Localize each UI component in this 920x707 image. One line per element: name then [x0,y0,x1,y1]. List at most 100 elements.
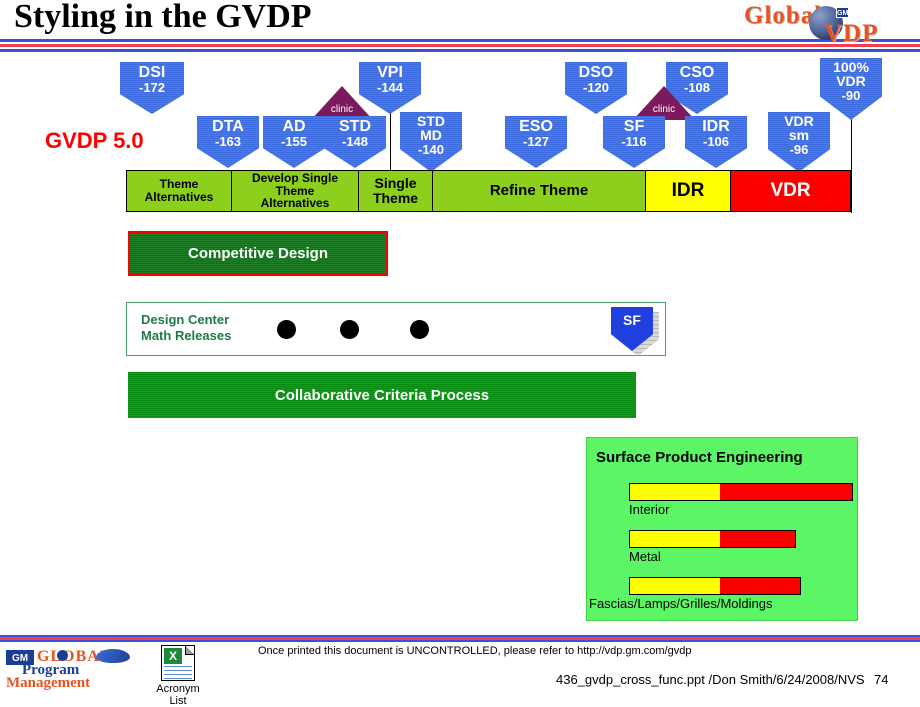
milestone-code-line2: MD [420,127,442,144]
milestone-code: STD [339,118,371,135]
progress-bar[interactable] [629,577,801,595]
competitive-design-label: Competitive Design [187,245,329,262]
milestone-code-line2: sm [788,127,810,144]
milestone-code: AD [282,118,306,135]
milestone-code-line1: STD [417,113,445,129]
milestone-dso[interactable]: DSO -120 [565,62,627,114]
milestone-day: -127 [522,134,550,150]
bar-segment-red [720,531,795,547]
logo-vdp-text: VDP [824,20,879,47]
phase-label: Single Theme [372,174,419,206]
collaborative-process-label: Collaborative Criteria Process [274,386,490,404]
milestone-day: -172 [138,80,166,96]
milestone-code: DSI [138,64,166,81]
bar-caption: Interior [629,502,670,517]
bar-segment-yellow [630,578,720,594]
phase-segment-develop-single-theme-alternatives[interactable]: Develop Single Theme Alternatives [232,171,359,211]
page-fold-icon [185,646,194,655]
gpm-logo-dot-icon [57,650,68,661]
milestone-code: DSO [578,64,614,81]
milestone-day: -120 [582,80,610,96]
global-program-management-logo: GM GLOBAL Program Management [6,648,130,691]
milestone-code-line1: 100% [833,59,869,75]
surface-pe-row-metal: Metal [629,530,796,564]
uncontrolled-document-note: Once printed this document is UNCONTROLL… [258,645,692,657]
milestone-day: -140 [417,141,445,157]
phase-segment-theme-alternatives[interactable]: Theme Alternatives [127,171,232,211]
competitive-design-bar[interactable]: Competitive Design [128,231,388,276]
gpm-logo-swoosh-icon [96,649,130,663]
phase-segment-idr[interactable]: IDR [646,171,731,211]
milestone-code: SF [623,118,645,135]
acronym-list-label: Acronym List [156,683,200,707]
milestone-day: -90 [841,87,861,103]
design-center-math-releases-panel: Design Center Math Releases SF [126,302,666,356]
milestone-code: SF [623,312,641,328]
milestone-100pct-vdr[interactable]: 100% VDR -90 [820,58,882,120]
milestone-day: -155 [280,134,308,150]
milestone-code: VPI [377,64,403,81]
milestone-ad[interactable]: AD -155 [263,116,325,168]
phase-label: Develop Single Theme Alternatives [251,170,339,211]
page-number: 74 [874,672,889,687]
phase-segment-refine-theme[interactable]: Refine Theme [433,171,646,211]
milestone-code: CSO [679,64,715,81]
acronym-list-link[interactable]: X Acronym List [148,645,208,707]
milestone-idr[interactable]: IDR -106 [685,116,747,168]
bar-caption: Metal [629,549,661,564]
collaborative-criteria-process-bar[interactable]: Collaborative Criteria Process [128,372,636,418]
phase-label: Theme Alternatives [144,177,214,204]
math-releases-label: Design Center Math Releases [141,312,232,344]
milestone-code: IDR [702,118,730,135]
connector-line-end [851,118,852,213]
gpm-logo-line3: Management [6,675,91,691]
milestone-day: -163 [214,134,242,150]
milestone-day: -116 [621,134,647,150]
bar-caption: Fascias/Lamps/Grilles/Moldings [589,596,773,611]
phase-label: VDR [770,179,811,201]
bar-segment-yellow [630,484,720,500]
milestone-day: -148 [341,134,369,150]
milestone-dsi[interactable]: DSI -172 [120,62,184,114]
math-release-dot[interactable] [410,320,429,339]
milestone-code: DTA [212,118,244,135]
gvdp-phase-bar: Theme Alternatives Develop Single Theme … [126,170,851,212]
phase-label: IDR [671,179,705,201]
clinic-label-1: clinic [330,104,354,115]
phase-label: Refine Theme [489,181,589,199]
milestone-day: -106 [702,134,730,150]
global-vdp-logo: Global GM VDP [744,2,912,47]
phase-segment-vdr[interactable]: VDR [731,171,850,211]
gm-badge-icon: GM [836,7,849,18]
phase-segment-single-theme[interactable]: Single Theme [359,171,433,211]
surface-pe-row-interior: Interior [629,483,853,517]
clinic-label-2: clinic [652,104,676,115]
surface-pe-row-fascias: Fascias/Lamps/Grilles/Moldings [589,577,801,611]
surface-product-engineering-panel: Surface Product Engineering Interior Met… [586,437,858,621]
milestone-code: ESO [519,118,553,135]
milestone-eso[interactable]: ESO -127 [505,116,567,168]
document-reference: 436_gvdp_cross_func.ppt /Don Smith/6/24/… [556,672,865,687]
progress-bar[interactable] [629,530,796,548]
milestone-code-line1: VDR [784,113,814,129]
bar-segment-red [720,578,800,594]
milestone-std[interactable]: STD -148 [324,116,386,168]
milestone-dta[interactable]: DTA -163 [197,116,259,168]
math-release-dot[interactable] [340,320,359,339]
excel-file-icon[interactable]: X [161,645,195,681]
progress-bar[interactable] [629,483,853,501]
excel-grid-glyph [164,666,192,679]
math-release-dot[interactable] [277,320,296,339]
milestone-code-line2: VDR [836,73,866,90]
gvdp-version-label: GVDP 5.0 [45,128,144,153]
milestone-vdr-sm[interactable]: VDR sm -96 [768,112,830,172]
surface-pe-title: Surface Product Engineering [596,449,803,466]
bar-segment-yellow [630,531,720,547]
page-title: Styling in the GVDP [14,0,312,35]
milestone-std-md[interactable]: STD MD -140 [400,112,462,172]
milestone-sf[interactable]: SF -116 [603,116,665,168]
milestone-day: -96 [789,141,809,157]
bar-segment-red [720,484,852,500]
connector-line-vpi [390,104,391,172]
excel-x-glyph: X [164,648,182,664]
